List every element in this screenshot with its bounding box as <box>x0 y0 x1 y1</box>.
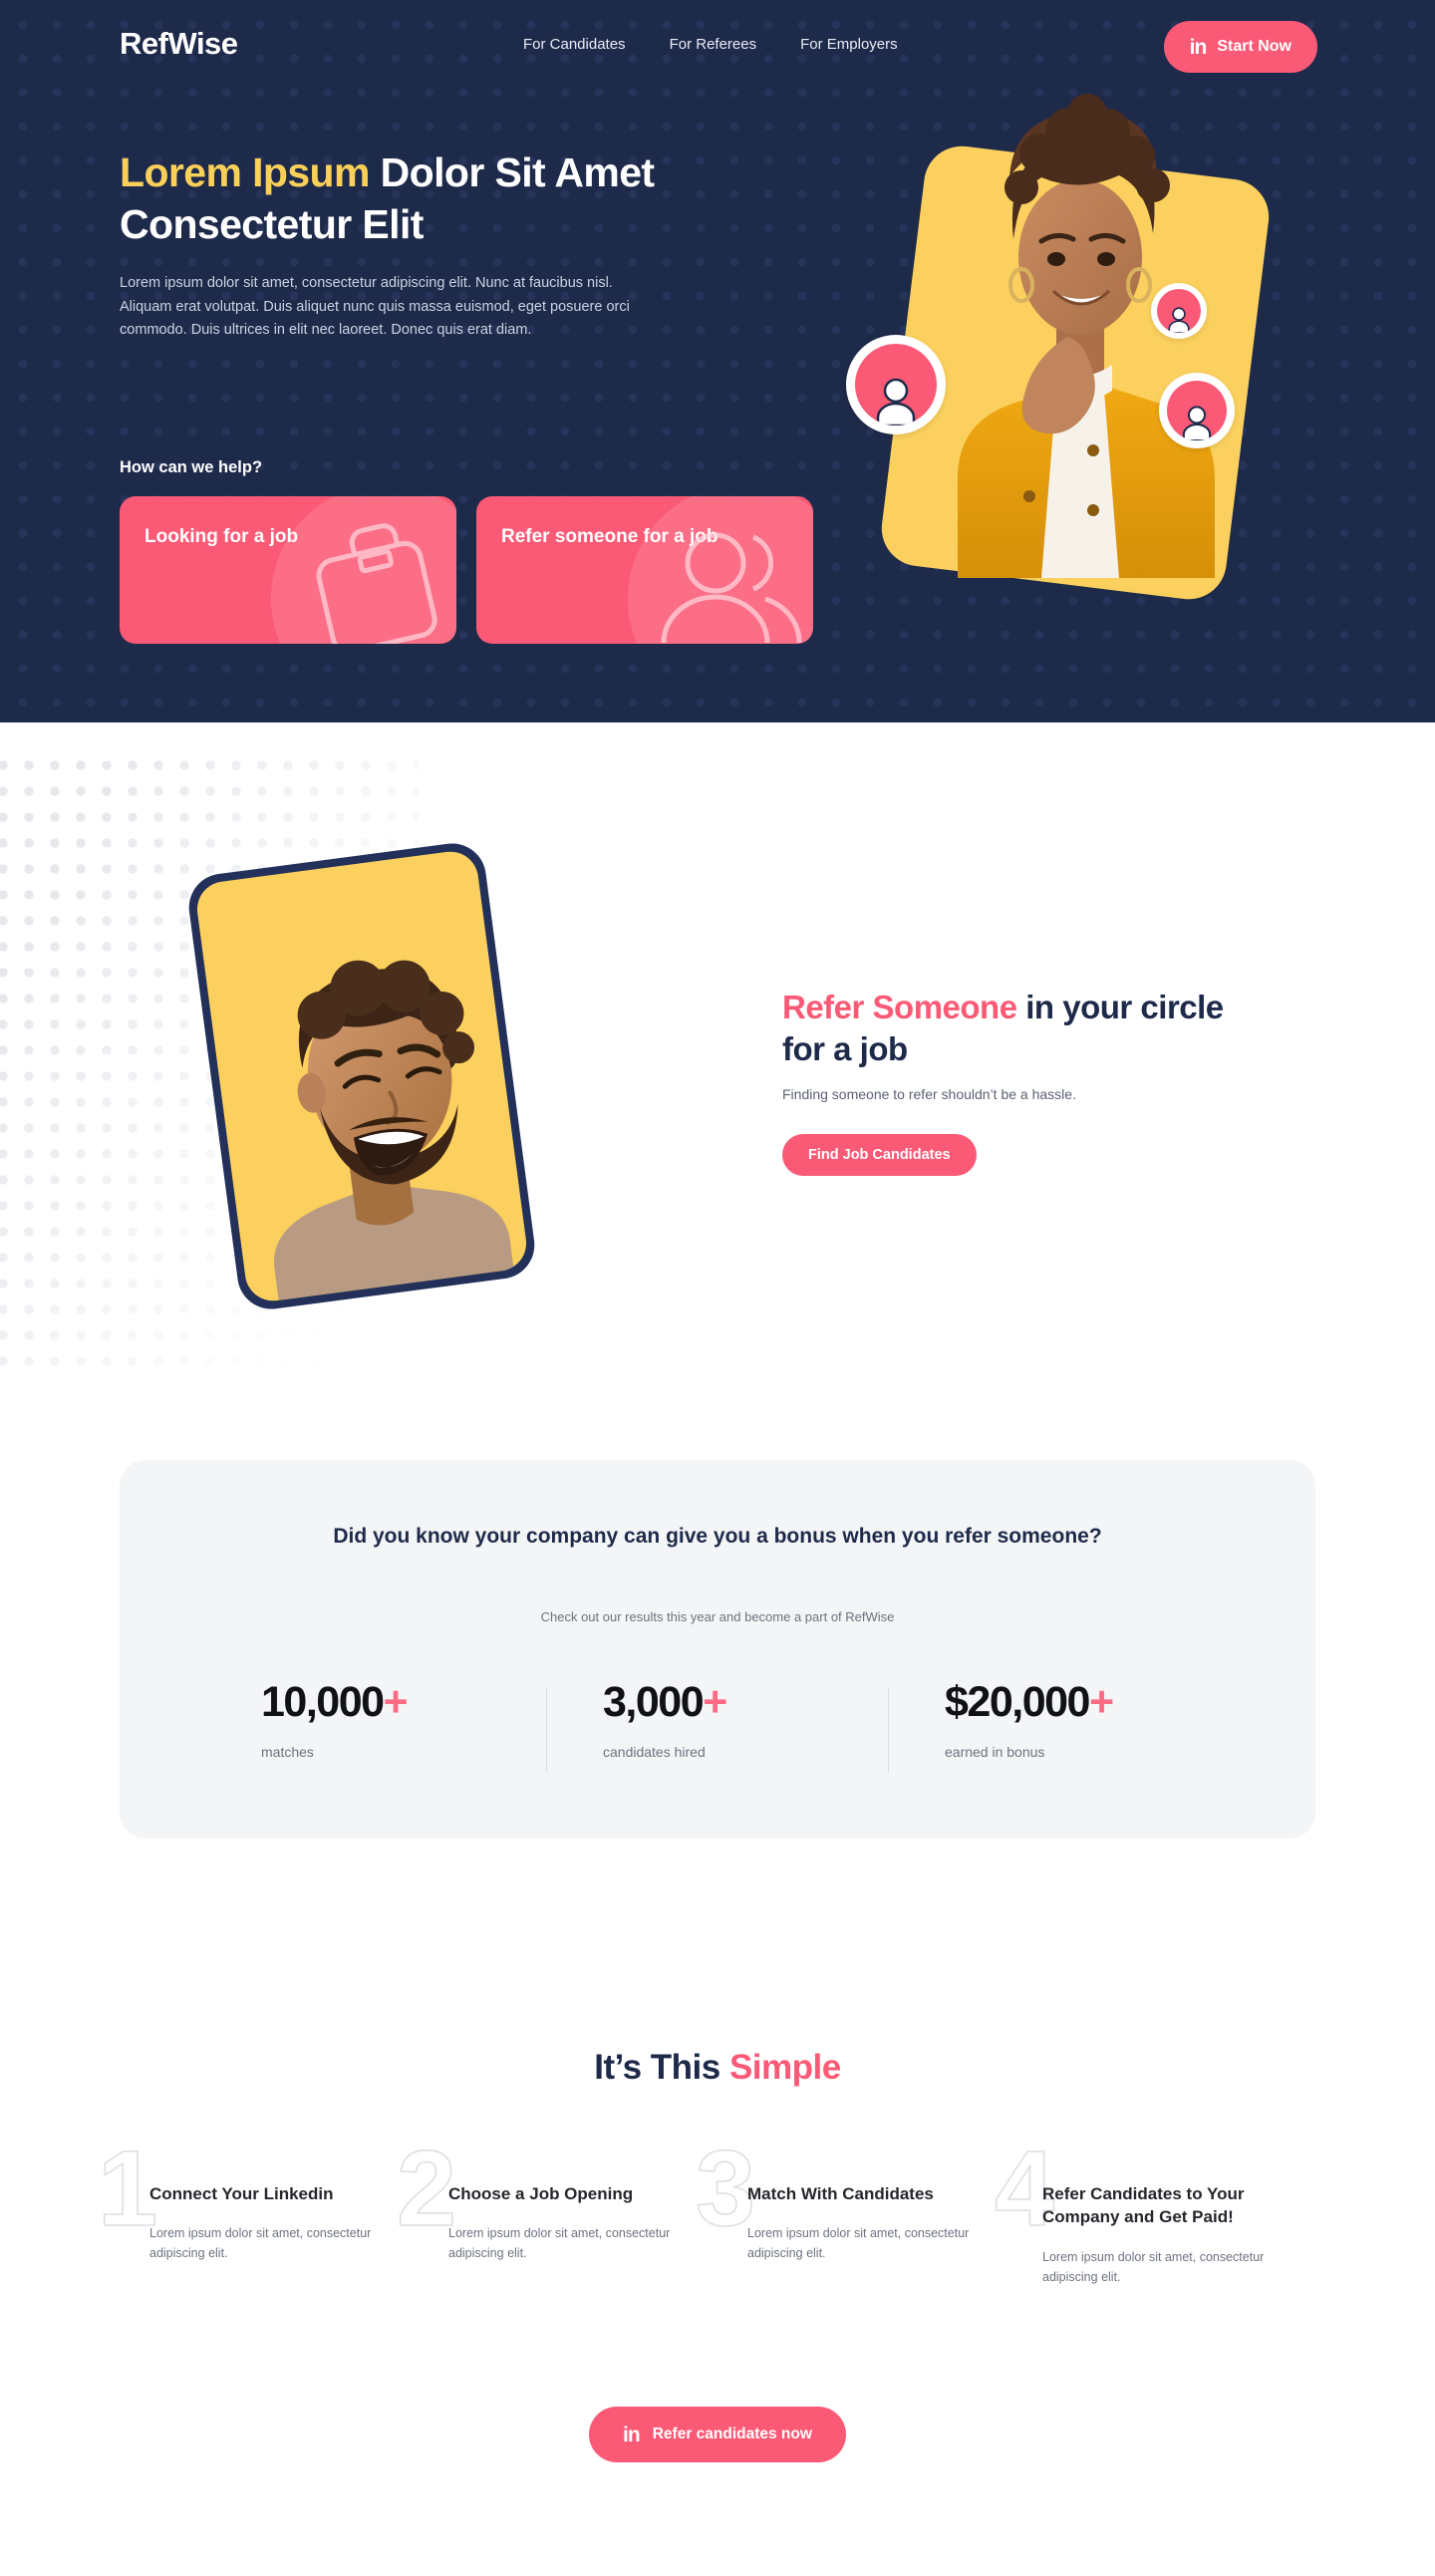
refer-someone-subtitle: Finding someone to refer shouldn’t be a … <box>782 1086 1076 1103</box>
stat-item-matches: 10,000+ matches <box>204 1681 546 1761</box>
hero-copy: Lorem Ipsum Dolor Sit Amet Consectetur E… <box>120 147 737 343</box>
refer-someone-section: Refer Someone in your circle for a job F… <box>0 722 1435 1460</box>
stat-number: 3,000 <box>603 1678 705 1726</box>
step-body-3: Lorem ipsum dolor sit amet, consectetur … <box>747 2226 970 2261</box>
nav-link-for-referees[interactable]: For Referees <box>670 36 757 53</box>
nav-link-for-candidates[interactable]: For Candidates <box>523 36 626 53</box>
hero-cta-cards: Looking for a job Refer someone for a jo… <box>120 496 813 644</box>
nav-link-for-employers[interactable]: For Employers <box>800 36 898 53</box>
people-icon <box>656 515 805 644</box>
refer-someone-copy: Refer Someone in your circle for a job F… <box>782 987 1251 1177</box>
stats-section: Did you know your company can give you a… <box>0 1460 1435 1938</box>
steps-heading-accent: Simple <box>728 2048 841 2087</box>
stat-plus: + <box>1088 1678 1114 1726</box>
stat-number: 10,000 <box>261 1678 385 1726</box>
hero-paragraph: Lorem ipsum dolor sit amet, consectetur … <box>120 275 630 339</box>
stat-plus: + <box>383 1678 409 1726</box>
referee-photo-card <box>184 839 553 1345</box>
stat-number: $20,000 <box>945 1678 1090 1726</box>
step-body-1: Lorem ipsum dolor sit amet, consectetur … <box>149 2226 372 2261</box>
stat-label-earned-in-bonus: earned in bonus <box>945 1744 1045 1760</box>
steps-heading: It’s This Simple <box>0 2048 1435 2088</box>
stats-row: 10,000+ matches 3,000+ candidates hired … <box>204 1681 1231 1773</box>
nav-links: For Candidates For Referees For Employer… <box>523 36 898 53</box>
avatar-bubble-medium <box>1159 373 1235 448</box>
step-body-4: Lorem ipsum dolor sit amet, consectetur … <box>1042 2249 1265 2284</box>
step-title-4: Refer Candidates to Your Company and Get… <box>1042 2184 1245 2227</box>
step-item-1: 1 Connect Your Linkedin Lorem ipsum dolo… <box>97 2134 419 2287</box>
stat-value-matches: 10,000+ <box>261 1681 546 1724</box>
refer-someone-heading: Refer Someone in your circle for a job <box>782 987 1251 1070</box>
find-job-candidates-button[interactable]: Find Job Candidates <box>782 1134 977 1177</box>
stat-label-candidates-hired: candidates hired <box>603 1744 706 1760</box>
step-item-4: 4 Refer Candidates to Your Company and G… <box>994 2134 1315 2287</box>
step-body-2: Lorem ipsum dolor sit amet, consectetur … <box>448 2226 671 2261</box>
stat-item-candidates-hired: 3,000+ candidates hired <box>546 1681 888 1773</box>
stat-label-matches: matches <box>261 1744 314 1760</box>
steps-heading-plain: It’s This <box>594 2048 729 2087</box>
stat-value-earned-in-bonus: $20,000+ <box>945 1681 1230 1724</box>
stat-item-earned-in-bonus: $20,000+ earned in bonus <box>888 1681 1230 1773</box>
step-title-2: Choose a Job Opening <box>448 2184 634 2203</box>
stats-subheading: Check out our results this year and beco… <box>540 1609 895 1624</box>
hero-illustration <box>846 88 1330 666</box>
step-title-1: Connect Your Linkedin <box>149 2184 334 2203</box>
card-looking-for-a-job[interactable]: Looking for a job <box>120 496 456 644</box>
avatar-bubble-small <box>1151 283 1207 339</box>
stat-value-candidates-hired: 3,000+ <box>603 1681 888 1724</box>
step-item-3: 3 Match With Candidates Lorem ipsum dolo… <box>695 2134 1016 2287</box>
start-now-label: Start Now <box>1217 38 1292 55</box>
hero-headline-accent: Lorem Ipsum <box>120 149 370 195</box>
hero-section: RefWise For Candidates For Referees For … <box>0 0 1435 722</box>
step-title-3: Match With Candidates <box>747 2184 934 2203</box>
briefcase-icon <box>299 515 448 644</box>
stat-plus: + <box>703 1678 727 1726</box>
linkedin-icon: in <box>1189 35 1208 59</box>
start-now-button[interactable]: in Start Now <box>1163 21 1317 73</box>
card-refer-someone-for-a-job[interactable]: Refer someone for a job <box>476 496 813 644</box>
photo-card-yellow-front <box>193 848 530 1304</box>
avatar-bubble-large <box>846 335 946 434</box>
brand-logo[interactable]: RefWise <box>120 26 238 62</box>
stats-card: Did you know your company can give you a… <box>120 1460 1315 1839</box>
bottom-cta-row: in Refer candidates now <box>0 2407 1435 2462</box>
hero-headline: Lorem Ipsum Dolor Sit Amet Consectetur E… <box>120 147 737 250</box>
steps-section: It’s This Simple 1 Connect Your Linkedin… <box>0 1938 1435 2576</box>
linkedin-icon: in <box>623 2423 641 2446</box>
refer-candidates-now-button[interactable]: in Refer candidates now <box>589 2407 846 2462</box>
refer-candidates-now-label: Refer candidates now <box>652 2426 812 2442</box>
refer-someone-heading-accent: Refer Someone <box>782 989 1017 1025</box>
stats-heading: Did you know your company can give you a… <box>333 1525 1102 1548</box>
how-can-we-help-label: How can we help? <box>120 458 263 476</box>
step-item-2: 2 Choose a Job Opening Lorem ipsum dolor… <box>396 2134 718 2287</box>
steps-list: 1 Connect Your Linkedin Lorem ipsum dolo… <box>97 2134 1315 2287</box>
card-looking-for-a-job-label: Looking for a job <box>144 526 299 547</box>
